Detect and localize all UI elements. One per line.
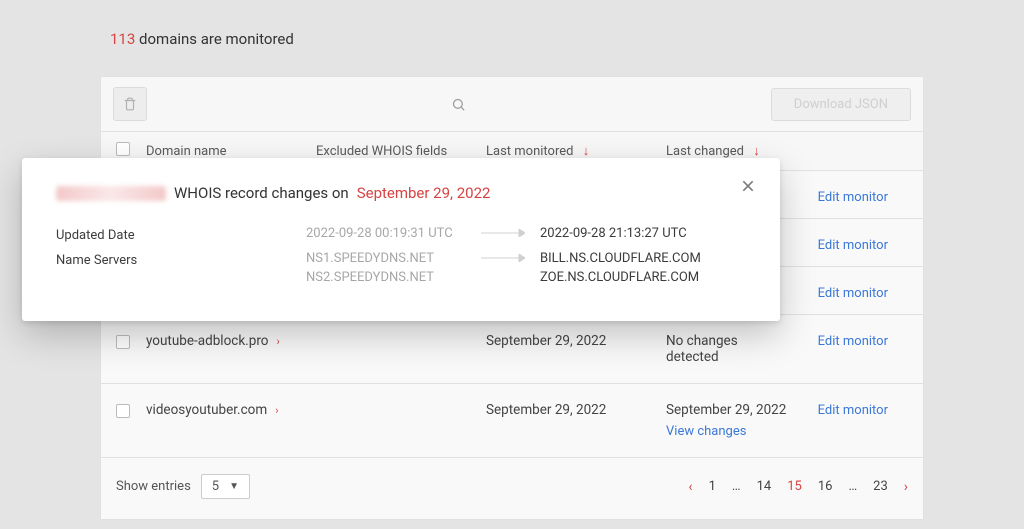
arrow-right-icon (481, 254, 525, 262)
change-old-value: 2022-09-28 00:19:31 UTC (306, 226, 466, 241)
page-link[interactable]: 1 (709, 479, 716, 494)
download-json-label: Download JSON (794, 97, 888, 112)
download-json-button[interactable]: Download JSON (771, 88, 911, 121)
change-field-label: Updated Date (56, 226, 306, 243)
change-new-value: BILL.NS.CLOUDFLARE.COM (540, 251, 701, 266)
pagination-row: Show entries 5 ▼ ‹ 1 … 14 15 16 … 23 › (101, 458, 923, 519)
change-new-value: 2022-09-28 21:13:27 UTC (540, 226, 687, 241)
col-last-changed-header[interactable]: Last changed (666, 144, 744, 159)
arrow-right-icon (481, 229, 525, 237)
caret-down-icon: ▼ (229, 481, 239, 492)
close-icon (740, 178, 756, 194)
edit-monitor-link[interactable]: Edit monitor (818, 403, 888, 418)
last-monitored-value: September 29, 2022 (486, 333, 666, 349)
table-row: youtube-adblock.pro › September 29, 2022… (101, 315, 923, 384)
modal-title-date: September 29, 2022 (357, 184, 491, 202)
last-changed-value: No changes detected (666, 333, 788, 365)
select-all-checkbox[interactable] (116, 142, 130, 156)
chevron-right-icon: › (276, 335, 279, 348)
search-icon (451, 97, 466, 112)
row-checkbox[interactable] (116, 404, 130, 418)
change-old-value: NS2.SPEEDYDNS.NET (306, 270, 466, 285)
modal-title: WHOIS record changes on September 29, 20… (56, 184, 746, 202)
prev-page-button[interactable]: ‹ (688, 479, 692, 495)
monitor-count: 113 domains are monitored (110, 30, 1024, 48)
page-ellipsis: … (732, 479, 741, 494)
row-checkbox[interactable] (116, 335, 130, 349)
edit-monitor-link[interactable]: Edit monitor (818, 238, 888, 253)
redacted-domain (56, 186, 166, 201)
last-changed-value: September 29, 2022 (666, 402, 788, 418)
page-size-select[interactable]: 5 ▼ (201, 474, 250, 499)
whois-changes-modal: WHOIS record changes on September 29, 20… (22, 158, 780, 321)
delete-button[interactable] (113, 87, 147, 121)
show-entries-label: Show entries (116, 479, 191, 494)
last-monitored-value: September 29, 2022 (486, 402, 666, 418)
sort-arrow-icon: ↓ (753, 144, 760, 159)
edit-monitor-link[interactable]: Edit monitor (818, 334, 888, 349)
domain-name[interactable]: youtube-adblock.pro (146, 333, 268, 349)
col-excluded-header[interactable]: Excluded WHOIS fields (316, 144, 486, 159)
page-ellipsis: … (848, 479, 857, 494)
edit-monitor-link[interactable]: Edit monitor (818, 286, 888, 301)
page-link[interactable]: 16 (818, 479, 833, 494)
sort-arrow-icon: ↓ (583, 144, 590, 159)
edit-monitor-link[interactable]: Edit monitor (818, 190, 888, 205)
monitor-count-number: 113 (110, 30, 135, 48)
change-new-value: ZOE.NS.CLOUDFLARE.COM (540, 270, 701, 285)
page-link[interactable]: 23 (873, 479, 888, 494)
trash-icon (123, 97, 137, 111)
view-changes-link[interactable]: View changes (666, 424, 788, 439)
page-size-value: 5 (212, 479, 219, 494)
col-last-monitored-header[interactable]: Last monitored (486, 144, 573, 159)
table-row: videosyoutuber.com › September 29, 2022 … (101, 384, 923, 458)
domain-name[interactable]: videosyoutuber.com (146, 402, 267, 418)
close-button[interactable] (740, 178, 756, 194)
panel-toolbar: Download JSON (101, 77, 923, 132)
pagination: ‹ 1 … 14 15 16 … 23 › (688, 479, 908, 495)
change-row: Updated Date 2022-09-28 00:19:31 UTC 202… (56, 226, 746, 243)
search-area[interactable] (147, 97, 771, 112)
chevron-right-icon: › (275, 404, 278, 417)
change-old-value: NS1.SPEEDYDNS.NET (306, 251, 466, 266)
change-field-label: Name Servers (56, 251, 306, 268)
page-link-active[interactable]: 15 (787, 479, 802, 494)
next-page-button[interactable]: › (904, 479, 908, 495)
modal-title-prefix: WHOIS record changes on (174, 184, 349, 202)
change-row: Name Servers NS1.SPEEDYDNS.NET NS2.SPEED… (56, 251, 746, 285)
page-link[interactable]: 14 (757, 479, 772, 494)
monitor-count-suffix: domains are monitored (139, 30, 294, 48)
col-domain-header[interactable]: Domain name (146, 144, 316, 159)
